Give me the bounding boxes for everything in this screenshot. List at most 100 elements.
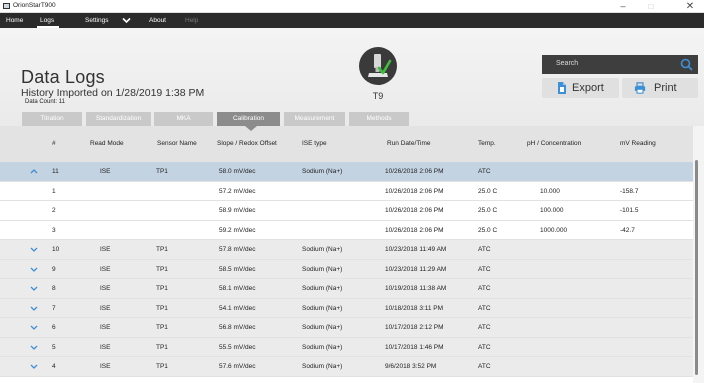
column-header-temp[interactable]: Temp. [478,140,496,147]
cell-temp: 25.0 C [478,187,498,195]
column-header-run-date[interactable]: Run Date/Time [387,140,430,147]
chevron-down-icon[interactable] [30,344,38,351]
cell-sensor-name: TP1 [156,304,168,312]
cell-temp: ATC [478,265,491,273]
cell-temp: 25.0 C [478,226,498,234]
tab-titration[interactable]: Titration [22,112,82,126]
table-row[interactable]: 5 ISE TP1 55.5 mV/dec Sodium (Na+) 10/17/2018… [0,337,693,357]
cell-ise-type: Sodium (Na+) [302,324,343,331]
minimize-button[interactable]: – [609,0,637,13]
data-count-label: Data Count: [25,99,59,105]
cell-temp: ATC [478,285,491,292]
cell-number: 11 [52,168,59,175]
cell-ph-concentration: 1000.000 [540,226,568,234]
nav-about[interactable]: About [149,13,166,28]
scrollbar-thumb[interactable] [695,160,698,375]
cell-read-mode: ISE [100,304,111,312]
cell-slope: 58.5 mV/dec [219,265,256,273]
cell-read-mode: ISE [100,363,111,370]
chevron-down-icon[interactable] [30,305,38,312]
cell-temp: ATC [478,343,491,351]
tab-mka[interactable]: MKA [154,112,213,126]
cell-run-date: 10/19/2018 11:38 AM [385,285,447,292]
nav-home[interactable]: Home [6,13,23,28]
cell-slope: 55.5 mV/dec [219,343,256,351]
table-row[interactable]: 8 ISE TP1 58.1 mV/dec Sodium (Na+) 10/19/2018… [0,279,693,299]
cell-run-date: 10/26/2018 2:06 PM [385,207,444,214]
column-header-ise-type[interactable]: ISE type [302,140,327,147]
column-header-mv-reading[interactable]: mV Reading [620,140,656,147]
table-header: # Read Mode Sensor Name Slope / Redox Of… [0,126,693,162]
cell-temp: ATC [478,304,491,312]
column-header-number[interactable]: # [52,140,56,147]
cell-temp: ATC [478,363,491,370]
chevron-up-icon[interactable] [30,168,38,175]
cell-slope: 57.2 mV/dec [219,187,256,195]
tab-measurement[interactable]: Measurement [284,112,345,126]
chevron-down-icon[interactable] [30,246,38,253]
search-icon[interactable] [680,58,693,71]
cell-read-mode: ISE [100,265,111,273]
cell-run-date: 10/26/2018 2:06 PM [385,168,444,175]
table-row[interactable]: 6 ISE TP1 56.8 mV/dec Sodium (Na+) 10/17/2018… [0,318,693,338]
nav-help[interactable]: Help [185,13,198,28]
cell-number: 5 [52,343,56,351]
cell-ise-type: Sodium (Na+) [302,168,343,175]
chevron-down-icon[interactable] [30,285,38,292]
table-row[interactable]: 9 ISE TP1 58.5 mV/dec Sodium (Na+) 10/23/2018… [0,259,693,279]
table-row[interactable]: 10 ISE TP1 57.8 mV/dec Sodium (Na+) 10/23/201… [0,240,693,260]
column-header-read-mode[interactable]: Read Mode [90,140,124,147]
cell-run-date: 10/23/2018 11:29 AM [385,265,447,273]
table-row[interactable]: 7 ISE TP1 54.1 mV/dec Sodium (Na+) 10/18/2018… [0,298,693,318]
cell-slope: 58.1 mV/dec [219,285,256,292]
cell-slope: 56.8 mV/dec [219,324,256,331]
tab-calibration[interactable]: Calibration [217,112,280,126]
column-header-sensor-name[interactable]: Sensor Name [157,140,197,147]
table-row[interactable]: 11 ISE TP1 58.0 mV/dec Sodium (Na+) 10/26/201… [0,162,693,182]
cell-mv-reading: -42.7 [620,226,635,234]
cell-run-date: 10/26/2018 2:06 PM [385,226,444,234]
cell-run-date: 10/26/2018 2:06 PM [385,187,444,195]
cell-number: 7 [52,304,56,312]
export-label: Export [572,82,604,94]
cell-number: 6 [52,324,56,331]
cell-slope: 58.9 mV/dec [219,207,256,214]
app-window-icon [3,3,10,9]
cell-ph-concentration: 100.000 [540,207,564,214]
search-input[interactable]: Search [542,55,698,74]
tab-standardization[interactable]: Standardization [86,112,151,126]
chevron-down-icon[interactable] [30,266,38,273]
cell-ise-type: Sodium (Na+) [302,285,343,292]
table-subrow[interactable]: 2 58.9 mV/dec 10/26/2018 2:06 PM 25.0 C 100.… [0,201,693,221]
column-header-slope[interactable]: Slope / Redox Offset [217,140,277,147]
cell-temp: 25.0 C [478,207,498,214]
chevron-down-icon[interactable] [122,17,131,24]
table-subrow[interactable]: 3 59.2 mV/dec 10/26/2018 2:06 PM 25.0 C 1000… [0,220,693,240]
electrode-device-icon [359,47,397,85]
cell-number: 3 [52,226,56,234]
cell-sensor-name: TP1 [156,265,168,273]
export-button[interactable]: Export [542,78,619,98]
main-nav: Home Logs Settings About Help [0,13,704,28]
window-title: OrionStarT900 [13,2,56,9]
table-row[interactable]: 4 ISE TP1 57.6 mV/dec Sodium (Na+) 9/6/2018 3… [0,357,693,377]
print-button[interactable]: Print [622,78,698,98]
cell-slope: 54.1 mV/dec [219,304,256,312]
active-tab-pointer [245,126,257,131]
cell-temp: ATC [478,168,491,175]
cell-slope: 57.8 mV/dec [219,246,256,253]
column-header-ph-concentration[interactable]: pH / Concentration [527,140,581,147]
cell-number: 2 [52,207,56,214]
cell-sensor-name: TP1 [156,363,168,370]
cell-ise-type: Sodium (Na+) [302,265,343,273]
chevron-down-icon[interactable] [30,363,38,370]
close-button[interactable]: ✕ [676,0,704,13]
chevron-down-icon[interactable] [30,324,38,331]
cell-slope: 57.6 mV/dec [219,363,256,370]
cell-mv-reading: -158.7 [620,187,639,195]
tab-methods[interactable]: Methods [349,112,409,126]
cell-ise-type: Sodium (Na+) [302,304,343,312]
nav-settings[interactable]: Settings [85,13,109,28]
maximize-button[interactable]: □ [637,0,665,13]
table-subrow[interactable]: 1 57.2 mV/dec 10/26/2018 2:06 PM 25.0 C 10.0… [0,181,693,201]
